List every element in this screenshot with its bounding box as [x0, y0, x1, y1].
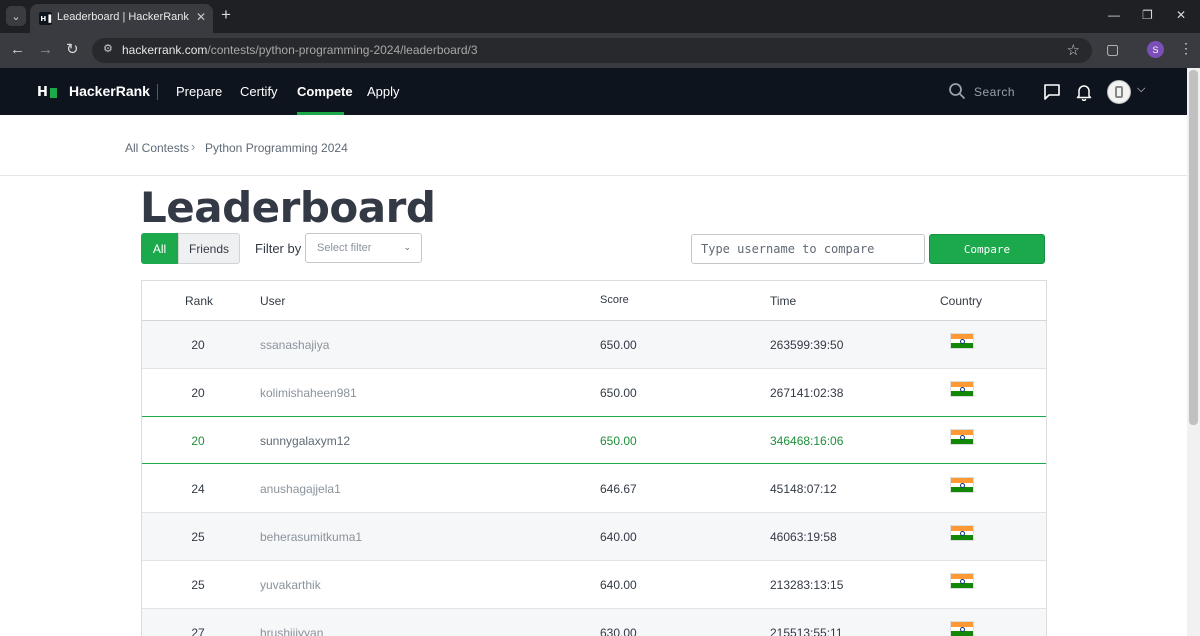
india-flag-icon [950, 525, 974, 541]
tab-friends[interactable]: Friends [178, 233, 240, 264]
compare-button[interactable]: Compare [929, 234, 1045, 264]
bookmark-star-icon[interactable]: ☆ [1067, 41, 1080, 59]
row-user[interactable]: ssanashajiya [260, 338, 329, 352]
messages-icon[interactable] [1043, 83, 1061, 101]
row-score: 650.00 [600, 338, 637, 352]
compare-username-input[interactable] [691, 234, 925, 264]
nav-link-apply[interactable]: Apply [367, 84, 400, 99]
tab-title: Leaderboard | HackerRank [57, 11, 189, 23]
table-row[interactable]: 24 anushagajjela1 646.67 45148:07:12 [142, 465, 1046, 513]
filter-label: Filter by [255, 241, 302, 256]
row-score: 640.00 [600, 578, 637, 592]
table-row[interactable]: 25 yuvakarthik 640.00 213283:13:15 [142, 561, 1046, 609]
extensions-icon[interactable]: ▢ [1106, 41, 1119, 58]
table-row-current-user[interactable]: 20 sunnygalaxym12 650.00 346468:16:06 [142, 416, 1046, 464]
row-rank: 27 [191, 626, 205, 636]
row-user[interactable]: beherasumitkuma1 [260, 530, 362, 544]
tab-close-icon[interactable]: ✕ [196, 10, 206, 24]
header-country: Country [940, 294, 983, 308]
header-user: User [260, 294, 286, 308]
forward-icon[interactable]: → [38, 41, 53, 59]
brand-name[interactable]: HackerRank [69, 83, 150, 99]
row-rank: 24 [191, 482, 205, 496]
browser-tab-bar: ⌄ H▐ Leaderboard | HackerRank ✕ + — ❐ ✕ [0, 0, 1200, 33]
site-info-icon[interactable]: ⚙ [103, 42, 113, 55]
row-score: 646.67 [600, 482, 637, 496]
india-flag-icon [950, 381, 974, 397]
india-flag-icon [950, 333, 974, 349]
row-score: 630.00 [600, 626, 637, 636]
row-user[interactable]: hrushijjyyan [260, 626, 323, 636]
page-title: Leaderboard [140, 183, 436, 232]
row-rank: 25 [191, 578, 205, 592]
chevron-down-icon: ⌄ [403, 242, 411, 252]
profile-avatar[interactable]: S [1147, 41, 1164, 58]
hackerrank-logo-icon[interactable]: H [37, 85, 57, 100]
chevron-down-icon[interactable]: ⌵ [1137, 83, 1145, 96]
minimize-icon[interactable]: — [1108, 8, 1120, 22]
breadcrumb-contest[interactable]: Python Programming 2024 [205, 141, 348, 155]
reload-icon[interactable]: ↻ [66, 41, 79, 59]
site-navbar: H HackerRank Prepare Certify Compete App… [0, 68, 1187, 115]
browser-menu-icon[interactable]: ⋮ [1179, 40, 1193, 57]
header-time: Time [770, 294, 797, 308]
browser-toolbar: ← → ↻ ⚙ hackerrank.com/contests/python-p… [0, 33, 1200, 68]
tab-search-icon[interactable]: ⌄ [6, 6, 26, 26]
row-time: 263599:39:50 [770, 338, 844, 352]
url-text: hackerrank.com/contests/python-programmi… [122, 43, 478, 57]
table-row[interactable]: 20 kolimishaheen981 650.00 267141:02:38 [142, 369, 1046, 417]
india-flag-icon [950, 573, 974, 589]
leaderboard-tabs: All Friends [141, 233, 240, 264]
row-rank: 20 [191, 338, 205, 352]
row-user[interactable]: anushagajjela1 [260, 482, 341, 496]
india-flag-icon [950, 621, 974, 636]
new-tab-icon[interactable]: + [221, 6, 231, 24]
table-row[interactable]: 25 beherasumitkuma1 640.00 46063:19:58 [142, 513, 1046, 561]
back-icon[interactable]: ← [10, 41, 25, 59]
breadcrumb-all-contests[interactable]: All Contests [125, 141, 189, 155]
notifications-bell-icon[interactable] [1075, 83, 1093, 101]
row-score: 640.00 [600, 530, 637, 544]
browser-tab[interactable]: H▐ Leaderboard | HackerRank ✕ [30, 4, 213, 33]
filter-select[interactable]: Select filter ⌄ [305, 233, 422, 263]
header-score[interactable]: Score [600, 294, 629, 306]
row-time: 215513:55:11 [770, 626, 843, 636]
search-label[interactable]: Search [974, 85, 1015, 99]
row-time: 346468:16:06 [770, 434, 844, 448]
leaderboard-table: Rank User Score Time Country 20 ssanasha… [141, 280, 1047, 636]
table-row[interactable]: 20 ssanashajiya 650.00 263599:39:50 [142, 321, 1046, 369]
row-user[interactable]: yuvakarthik [260, 578, 321, 592]
row-user[interactable]: kolimishaheen981 [260, 386, 357, 400]
window-close-icon[interactable]: ✕ [1176, 8, 1186, 22]
hackerrank-favicon-icon: H▐ [39, 12, 52, 25]
address-bar[interactable]: ⚙ hackerrank.com/contests/python-program… [92, 38, 1092, 63]
user-avatar[interactable] [1107, 80, 1131, 104]
nav-link-certify[interactable]: Certify [240, 84, 278, 99]
filter-placeholder: Select filter [317, 242, 372, 254]
row-time: 46063:19:58 [770, 530, 837, 544]
row-rank: 25 [191, 530, 205, 544]
row-score: 650.00 [600, 386, 637, 400]
table-header: Rank User Score Time Country [142, 281, 1046, 321]
nav-divider [157, 84, 158, 100]
row-user[interactable]: sunnygalaxym12 [260, 434, 350, 448]
nav-link-prepare[interactable]: Prepare [176, 84, 222, 99]
row-rank: 20 [191, 434, 205, 448]
table-row[interactable]: 27 hrushijjyyan 630.00 215513:55:11 [142, 609, 1046, 636]
scrollbar-thumb[interactable] [1189, 70, 1198, 425]
row-time: 45148:07:12 [770, 482, 837, 496]
row-rank: 20 [191, 386, 205, 400]
tab-all[interactable]: All [141, 233, 178, 264]
row-score: 650.00 [600, 434, 637, 448]
row-time: 213283:13:15 [770, 578, 844, 592]
breadcrumb: All Contests › Python Programming 2024 [0, 115, 1187, 176]
india-flag-icon [950, 477, 974, 493]
nav-link-compete[interactable]: Compete [297, 84, 353, 99]
row-time: 267141:02:38 [770, 386, 844, 400]
header-rank[interactable]: Rank [185, 294, 213, 308]
search-icon[interactable] [948, 82, 966, 100]
restore-icon[interactable]: ❐ [1142, 8, 1153, 22]
breadcrumb-chevron-icon: › [191, 139, 196, 154]
india-flag-icon [950, 429, 974, 445]
